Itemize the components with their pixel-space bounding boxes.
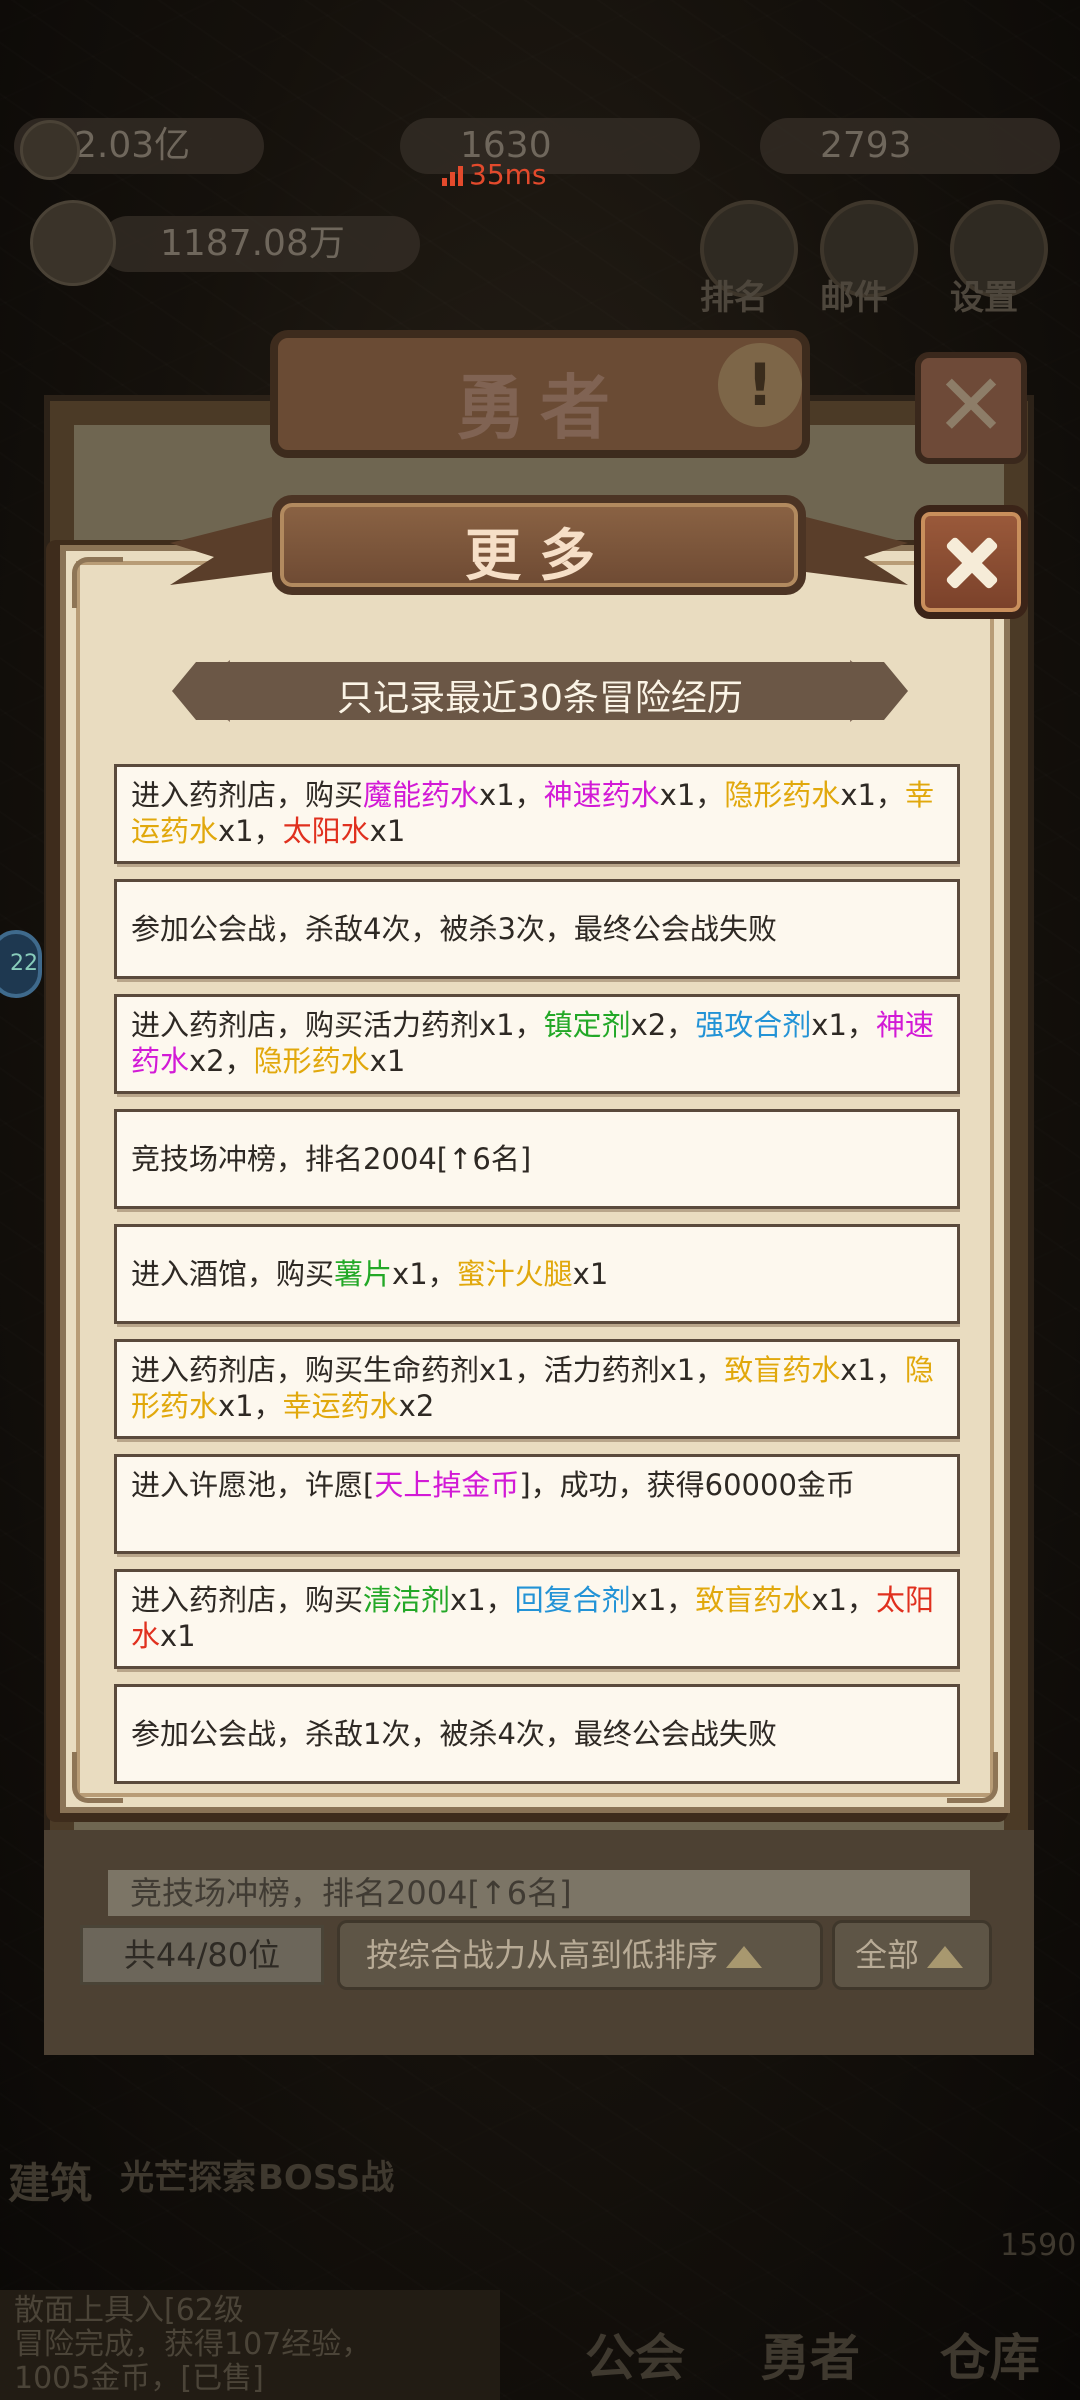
arrow-up-icon: [927, 1946, 964, 1968]
log-entry: 进入药剂店，购买生命药剂x1，活力药剂x1，致盲药水x1，隐形药水x1，幸运药水…: [114, 1339, 960, 1439]
filter-all-label: 全部: [855, 1936, 920, 1974]
log-entry: 进入许愿池，许愿[天上掉金币]，成功，获得60000金币: [114, 1454, 960, 1554]
storage-count: 1590: [1000, 2228, 1077, 2263]
log-text: x1，: [840, 1353, 905, 1387]
log-text: x1: [369, 1044, 406, 1078]
log-entry: 竞技场冲榜，排名2004[↑6名]: [114, 1109, 960, 1209]
item-name: 薯片: [334, 1257, 393, 1291]
log-text: x1，: [659, 778, 725, 812]
nav-storage[interactable]: 仓库: [940, 2318, 1040, 2390]
gold-value: 2.03亿: [74, 125, 191, 166]
log-text: x2: [398, 1389, 435, 1423]
alert-icon[interactable]: !: [718, 343, 802, 427]
gem-counter: 2793: [760, 118, 1060, 174]
log-entry: 进入酒馆，购买薯片x1，蜜汁火腿x1: [114, 1224, 960, 1324]
log-entry: 参加公会战，杀敌4次，被杀3次，最终公会战失败: [114, 879, 960, 979]
log-badge: [已售]: [180, 2361, 264, 2396]
item-name: 致盲药水: [724, 1353, 841, 1387]
log-text: x1，: [479, 778, 544, 812]
log-text: 进入药剂店，购买活力药剂x1，: [131, 1008, 544, 1042]
item-name: 神速药水: [543, 778, 660, 812]
log-text: x1，: [840, 778, 905, 812]
nav-explore[interactable]: 光芒探索: [120, 2150, 256, 2199]
log-text: 进入药剂店，购买: [131, 778, 364, 812]
item-name: 幸运药水: [282, 1389, 399, 1423]
nav-guild[interactable]: 公会: [585, 2318, 685, 2390]
gold-coin-icon: [20, 120, 80, 180]
log-text: 进入药剂店，购买生命药剂x1，活力药剂x1，: [131, 1353, 725, 1387]
hero-list-row: 竞技场冲榜，排名2004[↑6名]: [108, 1870, 970, 1916]
nav-building[interactable]: 建筑: [8, 2150, 92, 2211]
log-text: x1，: [392, 1257, 457, 1291]
log-text: x2，: [630, 1008, 696, 1042]
item-name: 魔能药水: [363, 778, 480, 812]
item-name: 镇定剂: [543, 1008, 631, 1042]
log-line-2: 冒险完成，获得107经验，: [14, 2327, 372, 2362]
power-counter: 1187.08万: [100, 216, 420, 272]
log-text: x2，: [189, 1044, 254, 1078]
modal-subtitle-text: 只记录最近30条冒险经历: [337, 678, 743, 719]
item-name: 太阳水: [282, 814, 370, 848]
modal-title-text: 更多: [465, 523, 613, 589]
log-text: 竞技场冲榜，排名2004[↑6名]: [131, 1142, 532, 1176]
signal-icon: [442, 164, 463, 186]
log-text: x1，: [450, 1583, 515, 1617]
log-text: 参加公会战，杀敌4次，被杀3次，最终公会战失败: [131, 912, 777, 946]
log-text: 参加公会战，杀敌1次，被杀4次，最终公会战失败: [131, 1717, 777, 1751]
log-line-3: 1005金币，: [14, 2361, 181, 2396]
side-badge-icon[interactable]: 22: [0, 930, 42, 998]
close-button[interactable]: [914, 505, 1028, 619]
modal-title: 更多: [272, 495, 806, 595]
sort-label: 按综合战力从高到低排序: [366, 1936, 719, 1974]
log-text: x1: [160, 1619, 196, 1653]
settings-label: 设置: [950, 278, 1018, 318]
nav-boss[interactable]: BOSS战: [258, 2150, 394, 2199]
log-entry: 进入药剂店，购买活力药剂x1，镇定剂x2，强攻合剂x1，神速药水x2，隐形药水x…: [114, 994, 960, 1094]
item-name: 强攻合剂: [695, 1008, 812, 1042]
modal-subtitle: 只记录最近30条冒险经历: [172, 662, 908, 720]
item-name: 天上掉金币: [374, 1468, 520, 1502]
item-name: 隐形药水: [253, 1044, 370, 1078]
power-crest-icon: [30, 200, 116, 286]
log-entry: 进入药剂店，购买魔能药水x1，神速药水x1，隐形药水x1，幸运药水x1，太阳水x…: [114, 764, 960, 864]
power-value: 1187.08万: [160, 223, 345, 264]
arrow-up-icon: [726, 1946, 763, 1968]
log-text: x1，: [811, 1583, 876, 1617]
log-text: x1，: [218, 1389, 283, 1423]
log-text: ]，成功，获得60000金币: [519, 1468, 855, 1502]
log-text: x1，: [218, 814, 283, 848]
gem-value: 2793: [820, 125, 912, 166]
sort-button[interactable]: 按综合战力从高到低排序: [337, 1920, 823, 1990]
log-text: 进入药剂店，购买: [131, 1583, 364, 1617]
item-name: 回复合剂: [514, 1583, 631, 1617]
log-text: 进入许愿池，许愿[: [131, 1468, 375, 1502]
filter-all-button[interactable]: 全部: [832, 1920, 992, 1990]
ping-indicator: 35ms: [442, 158, 547, 191]
mail-label: 邮件: [820, 278, 888, 318]
log-text: x1: [369, 814, 406, 848]
item-name: 致盲药水: [695, 1583, 812, 1617]
log-text: x1: [572, 1257, 609, 1291]
item-name: 清洁剂: [363, 1583, 451, 1617]
nav-hero[interactable]: 勇者: [760, 2318, 860, 2390]
ranking-label: 排名: [700, 278, 768, 318]
log-text: 进入酒馆，购买: [131, 1257, 335, 1291]
corner-ornament-icon: [72, 557, 123, 608]
adventure-log-list[interactable]: 进入药剂店，购买魔能药水x1，神速药水x1，隐形药水x1，幸运药水x1，太阳水x…: [114, 764, 960, 1784]
hero-count: 共44/80位: [80, 1925, 324, 1985]
log-text: x1，: [630, 1583, 696, 1617]
item-name: 蜜汁火腿: [456, 1257, 573, 1291]
log-entry: 进入药剂店，购买清洁剂x1，回复合剂x1，致盲药水x1，太阳水x1: [114, 1569, 960, 1669]
log-text: x1，: [811, 1008, 876, 1042]
log-line-1: 散面上具入[62级: [14, 2293, 244, 2328]
item-name: 隐形药水: [724, 778, 841, 812]
log-entry: 参加公会战，杀敌1次，被杀4次，最终公会战失败: [114, 1684, 960, 1784]
adventure-log-strip: 散面上具入[62级 冒险完成，获得107经验， 1005金币，[已售]: [0, 2290, 500, 2400]
ping-value: 35ms: [469, 158, 547, 191]
hero-panel-close-button[interactable]: ✕: [915, 352, 1027, 464]
